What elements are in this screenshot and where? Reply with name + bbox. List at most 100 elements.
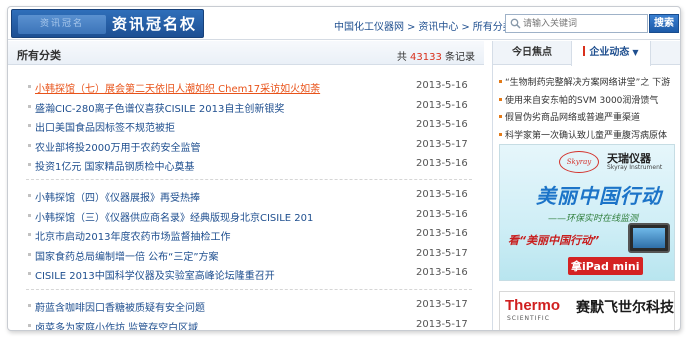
news-row: 国家食药总局编制增一倍 公布“三定”方案 2013-5-17: [8, 246, 484, 263]
sidebar-news-item[interactable]: “生物制药完整解决方案网络讲堂”之 下游: [493, 73, 680, 89]
bullet-icon: [28, 124, 31, 127]
ad-take-text: 拿iPad mini: [568, 257, 643, 275]
sidebar-news-item[interactable]: 假冒伪劣商品网络或普遍严重渠道: [493, 108, 680, 124]
tab-company-news[interactable]: 企业动态 ▼: [571, 41, 651, 66]
header: 资讯冠名 资讯冠名权 中国化工仪器网>资讯中心>所有分类 搜索: [8, 7, 680, 40]
ad-brand-en: Skyray Instrument: [607, 164, 663, 171]
skyray-ad-banner[interactable]: Skyray 天瑞仪器 Skyray Instrument 美丽中国行动 ——环…: [499, 144, 675, 281]
news-title-link[interactable]: 小韩探馆（四）《仪器展报》再受热捧: [35, 189, 200, 204]
news-date: 2013-5-16: [416, 208, 468, 220]
news-row: 北京市启动2013年度农药市场监督抽检工作 2013-5-16: [8, 226, 484, 243]
search-input[interactable]: [523, 16, 645, 31]
news-row: 出口美国食品因标签不规范被拒 2013-5-16: [8, 117, 484, 134]
sidebar-news-item[interactable]: 使用来自安东帕的SVM 3000润滑馈气: [493, 91, 680, 107]
bullet-icon: [28, 143, 31, 147]
sidebar-tabs: 今日焦点 企业动态 ▼: [493, 41, 680, 66]
news-title-link[interactable]: 农业部将投2000万用于农药安全监管: [35, 139, 200, 154]
news-title-link[interactable]: 出口美国食品因标签不规范被拒: [35, 119, 175, 134]
news-date: 2013-5-16: [416, 228, 468, 239]
bullet-icon: [28, 272, 31, 275]
news-row: 卤菜多为家庭小作坊 监管存空白区域 2013-5-17: [8, 317, 484, 331]
news-row: 盛瀚CIC-280离子色谱仪喜获CISILE 2013自主创新银奖 2013-5-…: [8, 98, 484, 115]
thermo-ad-banner[interactable]: Thermo SCIENTIFIC 赛默飞世尔科技: [499, 291, 675, 330]
bullet-icon: [28, 213, 31, 217]
news-date: 2013-5-17: [416, 318, 468, 330]
breadcrumb: 中国化工仪器网 > 资讯中心 > 所有分类: [334, 18, 513, 33]
tab-marker: [583, 46, 586, 56]
bullet-icon: [28, 163, 31, 166]
ipad-image: [628, 223, 670, 253]
news-row: 投资1亿元 国家精品钢质检中心奠基 2013-5-16: [8, 156, 484, 173]
list-divider: [26, 289, 472, 290]
bullet-icon: [28, 233, 31, 236]
news-date: 2013-5-16: [416, 119, 468, 130]
news-date: 2013-5-16: [416, 99, 468, 111]
bullet-icon: [28, 85, 31, 88]
ad-slogan: 美丽中国行动: [536, 184, 662, 208]
logo-title: 资讯冠名权: [112, 15, 198, 33]
total-suffix: 条记录: [445, 52, 475, 63]
thermo-logo: Thermo: [505, 297, 561, 314]
news-row: 蔚蓝含咖啡因口香糖被质疑有安全问题 2013-5-17: [8, 297, 484, 314]
skyray-logo: Skyray: [559, 151, 599, 173]
section-header: 所有分类 共 43133 条记录: [8, 41, 484, 65]
news-row: 小韩探馆（三）《仪器供应商名录》经典版现身北京CISILE 201 2013-5-…: [8, 207, 484, 224]
news-list-panel: 所有分类 共 43133 条记录 小韩探馆（七）展会第二天依旧人潮如织 Chem…: [8, 41, 484, 331]
tab-company-news-label: 企业动态: [589, 47, 630, 58]
bullet-icon: [499, 80, 502, 83]
news-row: 小韩探馆（四）《仪器展报》再受热捧 2013-5-16: [8, 187, 484, 204]
news-title-link[interactable]: 国家食药总局编制增一倍 公布“三定”方案: [35, 248, 219, 263]
ipad-screen: [633, 228, 665, 248]
sidebar-news-title: 使用来自安东帕的SVM 3000润滑馈气: [505, 95, 659, 106]
news-date: 2013-5-16: [416, 189, 468, 200]
news-title-link[interactable]: CISILE 2013中国科学仪器及实验室高峰论坛隆重召开: [35, 267, 275, 282]
news-date: 2013-5-16: [416, 158, 468, 169]
news-title-link[interactable]: 卤菜多为家庭小作坊 监管存空白区域: [35, 319, 198, 331]
bullet-icon: [28, 252, 31, 256]
news-title-link[interactable]: 北京市启动2013年度农药市场监督抽检工作: [35, 228, 230, 243]
total-records: 共 43133 条记录: [397, 48, 475, 63]
breadcrumb-news-center[interactable]: 资讯中心: [418, 22, 458, 33]
total-prefix: 共: [396, 52, 407, 63]
ad-subtitle: ——环保实时在线监测: [548, 214, 639, 224]
thermo-cn-name: 赛默飞世尔科技: [576, 300, 674, 316]
news-date: 2013-5-16: [416, 267, 468, 278]
list-divider: [26, 179, 472, 180]
logo-emblem: 资讯冠名: [18, 15, 106, 34]
news-title-link[interactable]: 盛瀚CIC-280离子色谱仪喜获CISILE 2013自主创新银奖: [35, 100, 284, 115]
search-box: [505, 14, 648, 33]
bullet-icon: [28, 104, 31, 108]
news-title-link[interactable]: 小韩探馆（三）《仪器供应商名录》经典版现身北京CISILE 201: [35, 209, 313, 224]
news-title-link[interactable]: 小韩探馆（七）展会第二天依旧人潮如织 Chem17采访如火如荼: [35, 80, 320, 95]
sidebar-news-item[interactable]: 科学家第一次确认致儿童严重腹泻病原体: [493, 126, 680, 142]
sidebar-news-title: 科学家第一次确认致儿童严重腹泻病原体: [505, 130, 668, 141]
total-count: 43133: [410, 52, 442, 63]
bullet-icon: [28, 194, 31, 197]
breadcrumb-sep: >: [461, 22, 470, 33]
news-row: 小韩探馆（七）展会第二天依旧人潮如织 Chem17采访如火如荼 2013-5-16: [8, 78, 484, 95]
news-date: 2013-5-17: [416, 138, 468, 150]
thermo-scientific: SCIENTIFIC: [507, 315, 550, 322]
bullet-icon: [28, 304, 31, 307]
news-date: 2013-5-17: [416, 299, 468, 310]
bullet-icon: [499, 132, 502, 136]
bullet-icon: [28, 323, 31, 327]
ad-brand: Skyray 天瑞仪器 Skyray Instrument: [559, 149, 669, 175]
news-title-link[interactable]: 蔚蓝含咖啡因口香糖被质疑有安全问题: [35, 299, 205, 314]
breadcrumb-sep: >: [407, 22, 416, 33]
bullet-icon: [499, 115, 502, 118]
section-title: 所有分类: [17, 49, 61, 62]
logo-banner[interactable]: 资讯冠名 资讯冠名权: [11, 9, 204, 38]
ad-see-text: 看“美丽中国行动”: [508, 234, 600, 247]
news-date: 2013-5-17: [416, 247, 468, 259]
page-frame: 资讯冠名 资讯冠名权 中国化工仪器网>资讯中心>所有分类 搜索 所有分类 共 4…: [7, 6, 681, 331]
news-row: CISILE 2013中国科学仪器及实验室高峰论坛隆重召开 2013-5-16: [8, 265, 484, 282]
news-row: 农业部将投2000万用于农药安全监管 2013-5-17: [8, 137, 484, 154]
sidebar-news-title: 假冒伪劣商品网络或普遍严重渠道: [505, 113, 641, 123]
sidebar-news-title: “生物制药完整解决方案网络讲堂”之 下游: [505, 78, 671, 88]
search-button[interactable]: 搜索: [649, 14, 679, 33]
tab-today-focus[interactable]: 今日焦点: [493, 41, 571, 65]
breadcrumb-home[interactable]: 中国化工仪器网: [334, 22, 404, 33]
news-title-link[interactable]: 投资1亿元 国家精品钢质检中心奠基: [35, 158, 195, 173]
search-icon: [510, 18, 521, 29]
